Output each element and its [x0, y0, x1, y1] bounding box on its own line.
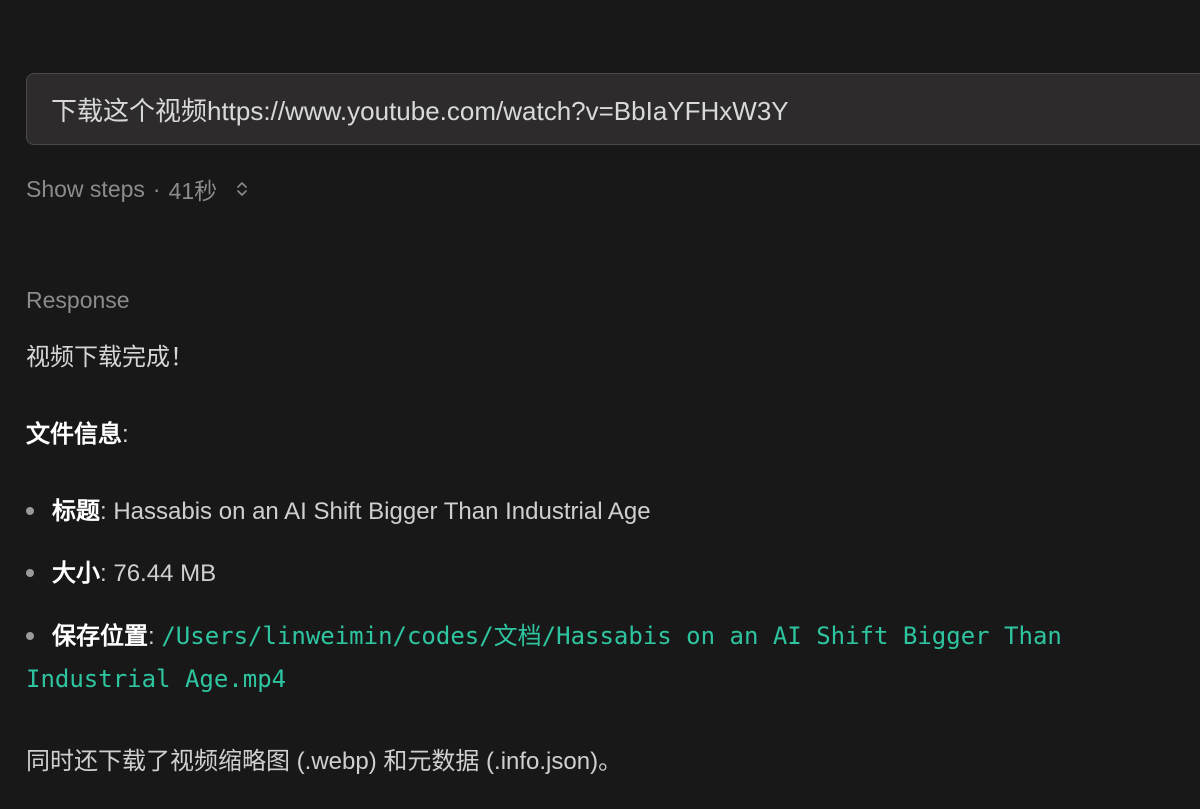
bullet-dot	[26, 569, 34, 577]
steps-separator: ·	[152, 175, 161, 202]
user-prompt-text: 下载这个视频https://www.youtube.com/watch?v=Bb…	[51, 95, 789, 126]
user-prompt-bubble: 下载这个视频https://www.youtube.com/watch?v=Bb…	[26, 73, 1200, 145]
list-item-key: 标题	[52, 498, 100, 525]
list-item-key: 大小	[52, 560, 100, 587]
list-item-value: 76.44 MB	[113, 560, 217, 587]
list-item-value: Hassabis on an AI Shift Bigger Than Indu…	[113, 498, 651, 525]
download-complete-text: 视频下载完成！	[26, 344, 194, 371]
list-item-size: 大小: 76.44 MB	[26, 553, 216, 588]
list-item-sep: :	[100, 560, 114, 587]
response-label: Response	[26, 287, 130, 313]
list-item-key: 保存位置	[52, 623, 148, 650]
file-info-colon: :	[122, 421, 129, 448]
show-steps-label: Show steps	[26, 175, 145, 202]
list-item-sep: :	[148, 623, 162, 650]
save-path-line-1[interactable]: /Users/linweimin/codes/文档/Hassabis on an…	[161, 616, 1062, 651]
bullet-dot	[26, 632, 34, 640]
steps-duration: 41秒	[168, 178, 218, 204]
show-steps-toggle[interactable]: Show steps · 41秒	[26, 172, 253, 206]
list-item-title: 标题: Hassabis on an AI Shift Bigger Than …	[26, 491, 651, 526]
extra-downloads-text: 同时还下载了视频缩略图 (.webp) 和元数据 (.info.json)。	[26, 748, 623, 775]
save-path-line-2[interactable]: Industrial Age.mp4	[26, 665, 286, 693]
list-item-location: 保存位置: /Users/linweimin/codes/文档/Hassabis…	[26, 616, 1062, 651]
chevron-up-down-icon	[231, 178, 253, 200]
file-info-heading-text: 文件信息	[26, 421, 122, 448]
file-info-heading: 文件信息:	[26, 414, 129, 449]
bullet-dot	[26, 507, 34, 515]
list-item-sep: :	[100, 498, 114, 525]
